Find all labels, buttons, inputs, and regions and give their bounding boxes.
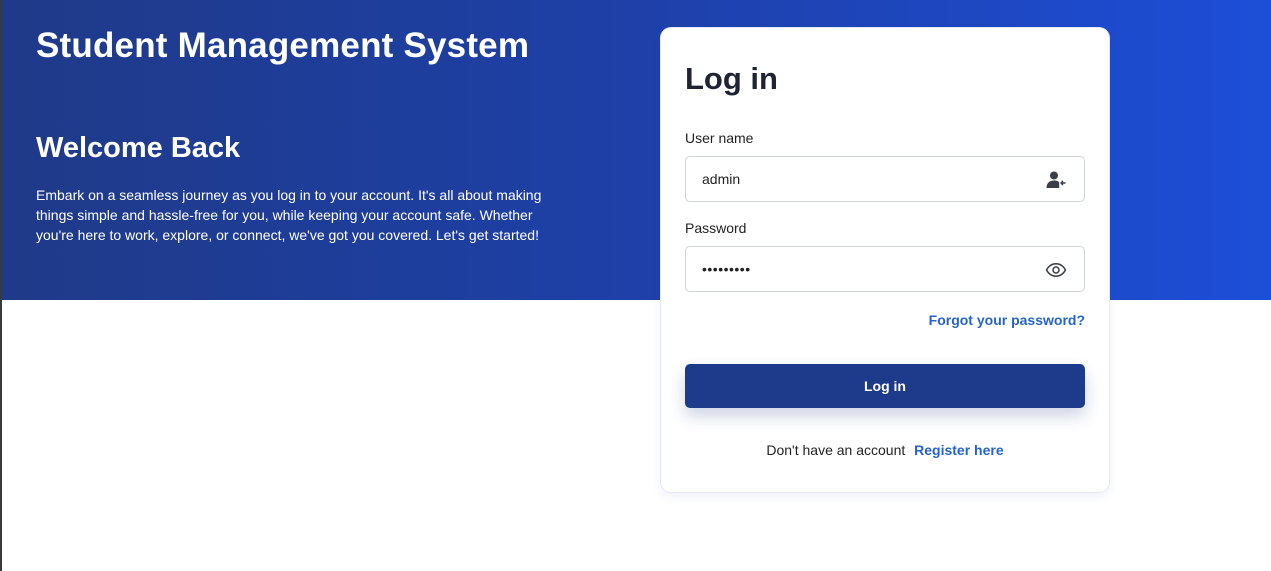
register-row: Don't have an account Register here xyxy=(661,442,1109,458)
login-card: Log in User name Password Forgot your pa… xyxy=(661,28,1109,492)
user-icon xyxy=(1044,168,1068,192)
welcome-description: Embark on a seamless journey as you log … xyxy=(36,187,542,243)
username-label: User name xyxy=(685,130,754,146)
forgot-password-link[interactable]: Forgot your password? xyxy=(929,312,1085,328)
login-button[interactable]: Log in xyxy=(685,364,1085,408)
password-input[interactable] xyxy=(686,247,1026,291)
password-label: Password xyxy=(685,220,747,236)
app-title: Student Management System xyxy=(36,26,530,65)
welcome-title: Welcome Back xyxy=(36,132,241,164)
eye-icon[interactable] xyxy=(1044,258,1068,282)
username-input[interactable] xyxy=(686,157,1026,201)
register-prompt: Don't have an account xyxy=(766,442,906,458)
username-field xyxy=(685,156,1085,202)
login-title: Log in xyxy=(685,61,778,96)
password-field xyxy=(685,246,1085,292)
register-link[interactable]: Register here xyxy=(914,442,1003,458)
